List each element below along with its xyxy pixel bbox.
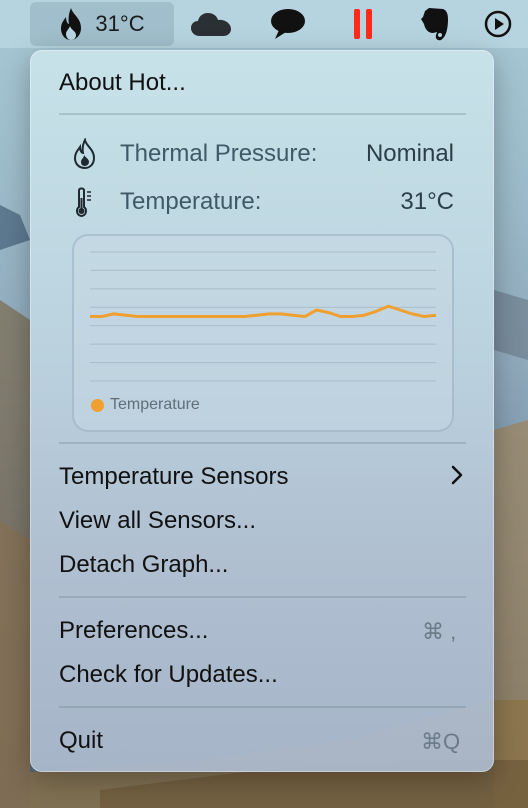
quit-shortcut: ⌘Q: [421, 729, 461, 754]
chevron-right-icon[interactable]: [450, 464, 464, 486]
preferences-item[interactable]: Preferences...: [59, 617, 208, 645]
evernote-status-item[interactable]: [416, 0, 452, 48]
cloud-icon: [191, 13, 231, 36]
temperature-value: 31°C: [400, 188, 454, 215]
pause-icon: [354, 9, 372, 39]
thermometer-icon: [76, 187, 91, 218]
thermal-flame-icon: [73, 138, 96, 170]
pause-status-item[interactable]: [348, 0, 378, 48]
play-circle-icon: [484, 10, 512, 38]
messages-status-item[interactable]: [268, 0, 308, 48]
menu-bar: 31°C: [0, 0, 528, 48]
thermal-pressure-label: Thermal Pressure:: [120, 140, 318, 167]
speech-bubble-icon: [271, 9, 305, 39]
flame-icon: [61, 8, 82, 40]
menu-separator: [59, 442, 466, 444]
temperature-label: Temperature:: [120, 188, 262, 215]
hot-dropdown-menu: About Hot... Thermal Pressure: Nominal T…: [30, 50, 494, 772]
check-updates-item[interactable]: Check for Updates...: [59, 661, 278, 689]
temperature-sensors-item[interactable]: Temperature Sensors: [59, 463, 288, 491]
elephant-icon: [421, 8, 448, 41]
thermal-pressure-row: Thermal Pressure: Nominal: [70, 134, 454, 174]
legend-label: Temperature: [110, 396, 200, 413]
about-hot-item[interactable]: About Hot...: [59, 69, 186, 97]
menu-separator: [59, 706, 466, 708]
preferences-shortcut: ⌘ ,: [422, 619, 457, 644]
detach-graph-item[interactable]: Detach Graph...: [59, 551, 228, 579]
temperature-chart: [90, 251, 437, 382]
hot-status-item[interactable]: 31°C: [30, 2, 174, 46]
view-all-sensors-item[interactable]: View all Sensors...: [59, 507, 256, 535]
menu-separator: [59, 596, 466, 598]
quit-item[interactable]: Quit: [59, 727, 103, 755]
temperature-graph: Temperature: [72, 234, 454, 432]
temperature-row: Temperature: 31°C: [70, 182, 454, 222]
play-status-item[interactable]: [480, 0, 516, 48]
legend-marker: [91, 399, 104, 412]
cloud-status-item[interactable]: [188, 0, 234, 48]
thermal-pressure-value: Nominal: [365, 140, 454, 167]
menubar-temperature: 31°C: [95, 11, 145, 36]
menu-separator: [59, 113, 466, 115]
